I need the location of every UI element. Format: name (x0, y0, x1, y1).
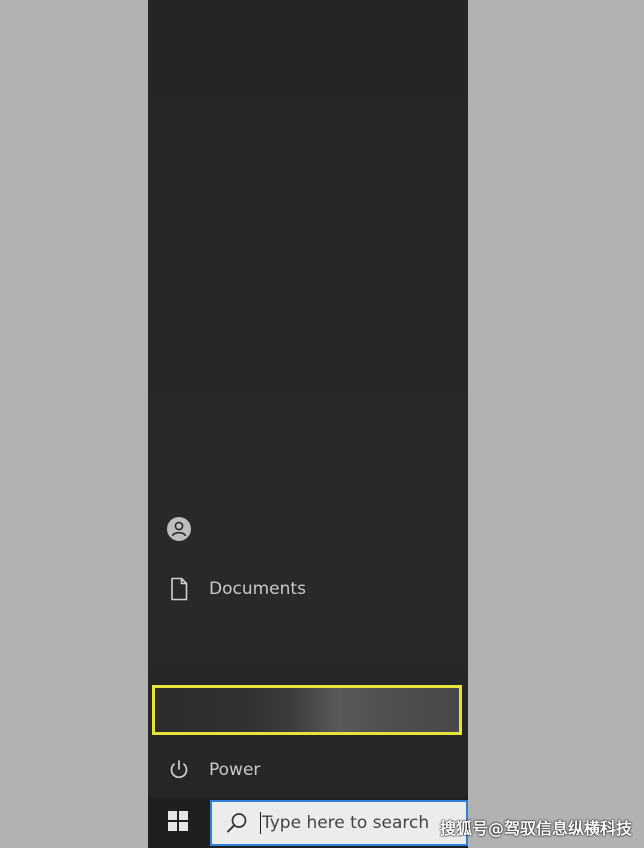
document-icon (166, 576, 192, 602)
user-account-item[interactable] (148, 507, 468, 551)
power-label: Power (209, 760, 261, 780)
user-avatar-icon (166, 516, 192, 542)
start-button[interactable] (148, 798, 208, 848)
watermark-text: 搜狐号@驾驭信息纵横科技 (440, 819, 633, 838)
search-icon (224, 810, 250, 836)
windows-logo-icon (167, 810, 189, 836)
search-placeholder: Type here to search (262, 813, 430, 833)
taskbar: Type here to search (148, 798, 468, 848)
start-menu-panel: Documents Power (148, 0, 468, 798)
power-icon (166, 757, 192, 783)
highlighted-menu-item[interactable] (152, 685, 462, 735)
documents-label: Documents (209, 579, 306, 599)
documents-item[interactable]: Documents (148, 567, 468, 611)
search-box[interactable]: Type here to search (210, 800, 468, 846)
power-item[interactable]: Power (148, 748, 468, 792)
text-caret (260, 812, 261, 834)
